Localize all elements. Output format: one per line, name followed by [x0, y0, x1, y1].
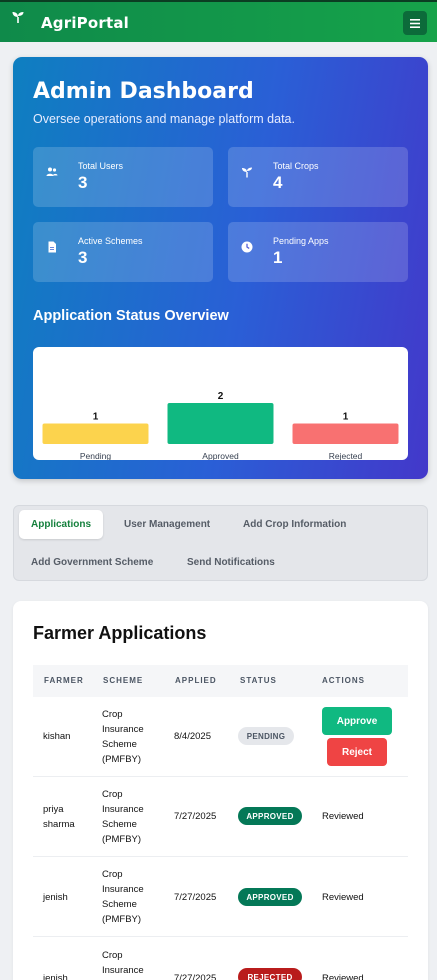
status-badge: REJECTED [238, 968, 302, 980]
brand-name[interactable]: AgriPortal [41, 14, 129, 32]
sprout-icon [242, 167, 252, 178]
tab-send-notifications[interactable]: Send Notifications [187, 557, 275, 568]
table-row: jenish Crop Insurance 7/27/2025 REJECTED… [33, 938, 408, 980]
stat-card-active-schemes: Active Schemes 3 [33, 222, 213, 282]
stat-label: Active Schemes [78, 236, 143, 246]
column-header-actions: ACTIONS [322, 676, 365, 685]
stat-label: Total Users [78, 161, 124, 171]
applied-date: 7/27/2025 [174, 811, 217, 822]
bar-rejected [292, 423, 399, 444]
sprout-icon [12, 12, 24, 23]
status-bar-chart: 1 Pending 2 Approved 1 Rejected [42, 391, 399, 460]
status-badge: PENDING [238, 727, 294, 745]
document-icon [48, 241, 56, 253]
applied-date: 8/4/2025 [174, 731, 211, 742]
x-tick-label: Approved [202, 451, 239, 460]
farmer-name: jenish [43, 892, 68, 903]
x-tick-label: Pending [80, 451, 111, 460]
tab-add-government-scheme[interactable]: Add Government Scheme [31, 557, 153, 568]
tab-applications[interactable]: Applications [19, 510, 104, 539]
stat-label: Total Crops [273, 161, 319, 171]
section-title: Farmer Applications [33, 623, 207, 643]
chart-title: Application Status Overview [33, 308, 229, 324]
status-badge: APPROVED [238, 807, 302, 825]
tab-add-crop-information[interactable]: Add Crop Information [243, 519, 346, 530]
applied-date: 7/27/2025 [174, 973, 217, 980]
bar-approved [167, 403, 274, 444]
column-header-farmer: FARMER [44, 676, 84, 685]
clock-icon [241, 241, 253, 253]
column-header-applied: APPLIED [175, 676, 217, 685]
action-status: Reviewed [322, 892, 364, 903]
farmer-name: kishan [43, 731, 71, 742]
bar-pending [42, 423, 149, 444]
stat-value: 3 [78, 248, 88, 267]
table-row: kishan Crop Insurance Scheme (PMFBY) 8/4… [33, 697, 408, 777]
farmer-name: priya sharma [43, 804, 75, 830]
scheme-name: Crop Insurance Scheme (PMFBY) [102, 709, 144, 765]
stat-value: 3 [78, 173, 88, 192]
x-tick-label: Rejected [329, 451, 363, 460]
users-icon [46, 167, 58, 176]
table-header: FARMER SCHEME APPLIED STATUS ACTIONS [33, 665, 408, 697]
top-navbar: AgriPortal [0, 0, 437, 42]
data-label: 1 [93, 412, 99, 423]
scheme-name: Crop Insurance Scheme (PMFBY) [102, 789, 144, 845]
column-header-scheme: SCHEME [103, 676, 144, 685]
stat-value: 4 [273, 173, 283, 192]
farmer-applications-card: Farmer Applications FARMER SCHEME APPLIE… [13, 601, 428, 980]
hamburger-menu-icon [410, 18, 420, 28]
action-status: Reviewed [322, 973, 364, 980]
admin-dashboard-hero: Admin Dashboard Oversee operations and m… [13, 57, 428, 479]
table-row: priya sharma Crop Insurance Scheme (PMFB… [33, 777, 408, 857]
scheme-name: Crop Insurance [102, 950, 144, 976]
reject-button[interactable]: Reject [327, 738, 387, 766]
approve-button[interactable]: Approve [322, 707, 392, 735]
tab-user-management[interactable]: User Management [124, 519, 210, 530]
scheme-name: Crop Insurance Scheme (PMFBY) [102, 869, 144, 925]
column-header-status: STATUS [240, 676, 277, 685]
stat-label: Pending Apps [273, 236, 329, 246]
applied-date: 7/27/2025 [174, 892, 217, 903]
table-row: jenish Crop Insurance Scheme (PMFBY) 7/2… [33, 857, 408, 937]
stat-value: 1 [273, 248, 283, 267]
data-label: 1 [343, 412, 349, 423]
page-title: Admin Dashboard [33, 79, 254, 104]
farmer-name: jenish [43, 973, 68, 980]
menu-button[interactable] [403, 11, 427, 35]
stat-card-pending-apps: Pending Apps 1 [228, 222, 408, 282]
page-subtitle: Oversee operations and manage platform d… [33, 112, 295, 126]
status-chart-card: 1 Pending 2 Approved 1 Rejected [33, 347, 408, 460]
action-status: Reviewed [322, 811, 364, 822]
stat-card-total-crops: Total Crops 4 [228, 147, 408, 207]
status-badge: APPROVED [238, 888, 302, 906]
data-label: 2 [218, 391, 224, 402]
stat-card-total-users: Total Users 3 [33, 147, 213, 207]
admin-tabs: Applications User Management Add Crop In… [13, 505, 428, 581]
